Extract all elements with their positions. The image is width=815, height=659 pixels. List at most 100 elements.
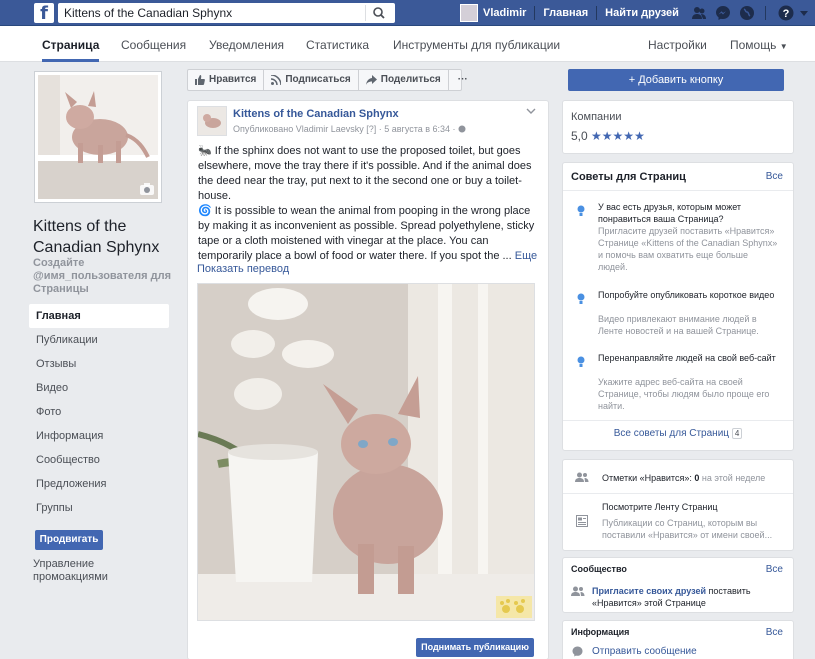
tab-help[interactable]: Помощь ▼ (730, 26, 788, 62)
camera-icon[interactable] (140, 183, 154, 195)
messenger-icon[interactable] (715, 5, 731, 21)
caret-down-icon: ▼ (779, 42, 788, 51)
tab-page[interactable]: Страница (42, 26, 100, 62)
like-page-button[interactable]: Нравится (188, 70, 265, 90)
tip-title: У вас есть друзья, которым может понрави… (598, 202, 742, 224)
side-menu-reviews[interactable]: Отзывы (29, 352, 169, 376)
page-category: Компании (571, 111, 622, 123)
friend-requests-icon[interactable] (691, 5, 707, 21)
side-menu-community[interactable]: Сообщество (29, 448, 169, 472)
community-card: Сообщество Все Пригласите своих друзей п… (562, 557, 794, 613)
pages-feed-desc: Публикации со Страниц, которым вы постав… (602, 518, 773, 540)
info-see-all-link[interactable]: Все (766, 627, 783, 638)
post-meta-text: Опубликовано Vladimir Laevsky [?] · 5 ав… (233, 124, 456, 134)
page-tips-card: Советы для Страниц Все У вас есть друзья… (562, 162, 794, 451)
post-page-avatar[interactable] (197, 106, 227, 136)
notifications-globe-icon[interactable] (739, 5, 755, 21)
lightbulb-icon (577, 356, 585, 367)
share-arrow-icon (365, 75, 377, 85)
side-menu-about[interactable]: Информация (29, 424, 169, 448)
invite-friends-icon (571, 586, 585, 596)
find-friends-link[interactable]: Найти друзей (597, 0, 687, 26)
public-globe-icon[interactable] (458, 125, 466, 133)
send-message-link[interactable]: Отправить сообщение (592, 646, 697, 657)
tab-publishing-tools[interactable]: Инструменты для публикации (393, 26, 560, 62)
share-label: Поделиться (380, 74, 441, 85)
tips-see-all-link[interactable]: Все (766, 171, 783, 182)
side-menu-offers[interactable]: Предложения (29, 472, 169, 496)
tip-description: Пригласите друзей поставить «Нравится» С… (598, 226, 778, 272)
post-options-chevron-icon[interactable] (526, 107, 536, 115)
promote-button[interactable]: Продвигать (35, 530, 103, 550)
post-paragraph-1: If the sphinx does not want to use the p… (198, 145, 532, 202)
add-button-label: Добавить кнопку (638, 74, 724, 86)
svg-text:?: ? (783, 8, 790, 20)
follow-page-button[interactable]: Подписаться (264, 70, 359, 90)
side-menu-home[interactable]: Главная (29, 304, 169, 328)
more-options-button[interactable]: ··· (449, 70, 477, 90)
divider (764, 6, 766, 20)
add-button-cta[interactable]: + Добавить кнопку (568, 69, 784, 91)
post-paragraph-2: It is possible to wean the animal from p… (198, 205, 535, 262)
likes-count: 0 (694, 473, 700, 483)
post-photo[interactable] (197, 283, 535, 621)
boost-post-button[interactable]: Поднимать публикацию (416, 638, 534, 657)
info-card: Информация Все Отправить сообщение (562, 620, 794, 659)
tab-messages[interactable]: Сообщения (121, 26, 186, 62)
post-body: 🐜 If the sphinx does not want to use the… (198, 144, 538, 264)
post-meta: Опубликовано Vladimir Laevsky [?] · 5 ав… (233, 124, 466, 134)
search-box (58, 3, 395, 23)
side-menu-posts[interactable]: Публикации (29, 328, 169, 352)
user-avatar[interactable] (460, 4, 478, 22)
weekly-likes: Отметки «Нравится»: 0 на этой неделе (602, 473, 765, 483)
divider (563, 190, 793, 191)
five-stars-icon: ★★★★★ (591, 129, 645, 143)
thumbs-up-icon (195, 75, 205, 85)
likes-prefix: Отметки «Нравится»: (602, 473, 692, 483)
invite-friends-link[interactable]: Пригласите своих друзей (592, 586, 706, 596)
side-menu-groups[interactable]: Группы (29, 496, 169, 520)
post-page-name-link[interactable]: Kittens of the Canadian Sphynx (233, 108, 399, 120)
account-menu-caret-icon[interactable] (799, 5, 809, 21)
profile-picture[interactable] (35, 72, 161, 202)
divider (563, 493, 793, 494)
search-input[interactable] (58, 3, 358, 23)
create-username-link[interactable]: Создайте @имя_пользователя для Страницы (33, 257, 178, 296)
plus-icon: + (628, 74, 636, 86)
help-icon[interactable]: ? (778, 5, 794, 21)
pages-feed-link[interactable]: Посмотрите Ленту Страниц (602, 502, 718, 512)
tab-settings[interactable]: Настройки (648, 26, 707, 62)
cyclone-emoji-icon: 🌀 (198, 205, 212, 217)
bug-emoji-icon: 🐜 (198, 145, 212, 157)
share-page-button[interactable]: Поделиться (359, 70, 449, 90)
page-action-bar: Нравится Подписаться Поделиться ··· (187, 69, 468, 91)
side-menu-photos[interactable]: Фото (29, 400, 169, 424)
people-icon (575, 472, 589, 482)
likes-suffix: на этой неделе (701, 473, 766, 483)
home-link[interactable]: Главная (535, 0, 596, 26)
user-name-link[interactable]: Vladimir (483, 0, 534, 26)
tip-description: Видео привлекают внимание людей в Ленте … (598, 314, 759, 336)
tab-statistics[interactable]: Статистика (306, 26, 369, 62)
community-see-all-link[interactable]: Все (766, 564, 783, 575)
rating[interactable]: 5,0 ★★★★★ (571, 129, 645, 143)
community-title: Сообщество (571, 564, 627, 574)
see-more-link[interactable]: Еще (515, 250, 537, 262)
news-feed-icon (576, 515, 588, 527)
search-icon[interactable] (365, 5, 389, 21)
page-side-menu: Главная Публикации Отзывы Видео Фото Инф… (29, 304, 169, 520)
help-label: Помощь (730, 38, 777, 52)
all-tips-link[interactable]: Все советы для Страниц 4 (563, 428, 793, 439)
follow-rss-icon (271, 75, 282, 85)
side-menu-videos[interactable]: Видео (29, 376, 169, 400)
manage-promotions-link[interactable]: Управление промоакциями (33, 558, 133, 584)
sphynx-kitten-photo-image (198, 284, 534, 620)
info-title: Информация (571, 627, 630, 637)
category-card: Компании 5,0 ★★★★★ (562, 100, 794, 154)
tab-notifications[interactable]: Уведомления (209, 26, 284, 62)
facebook-logo-icon[interactable]: f (34, 3, 54, 24)
see-translation-link[interactable]: Показать перевод (197, 263, 289, 275)
like-label: Нравится (209, 74, 257, 85)
tip-description: Укажите адрес веб-сайта на своей Страниц… (598, 377, 770, 411)
invite-friends-row: Пригласите своих друзей поставить «Нрави… (592, 585, 787, 609)
